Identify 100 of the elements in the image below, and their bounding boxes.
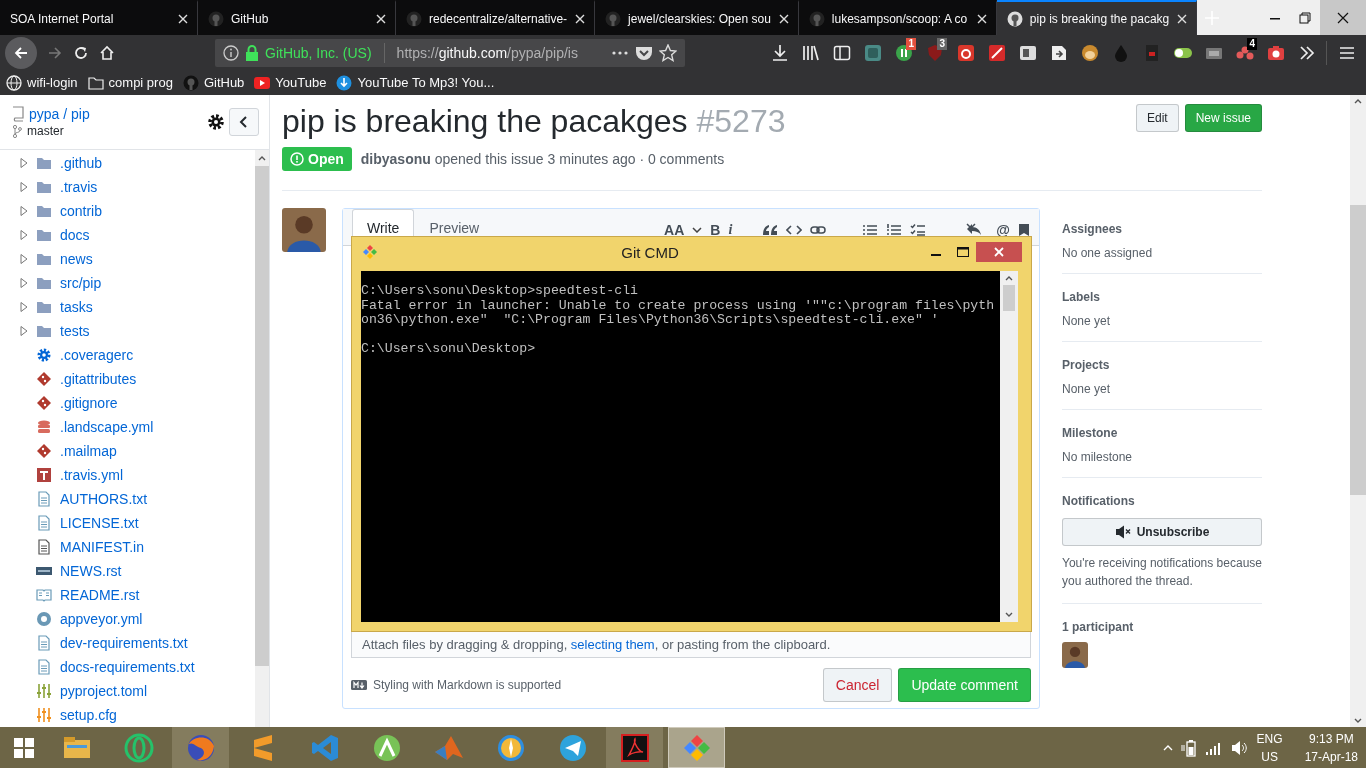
input-language[interactable]: ENG US: [1256, 729, 1283, 766]
bookmark[interactable]: YouTube: [254, 75, 327, 90]
url-text: https://github.com/pypa/pip/is: [396, 44, 579, 61]
scroll-thumb[interactable]: [1350, 205, 1366, 495]
bookmark[interactable]: YouTube To Mp3! You...: [336, 74, 495, 91]
expand-icon[interactable]: [20, 278, 28, 288]
file-link[interactable]: pyproject.toml: [60, 683, 148, 699]
file-link[interactable]: NEWS.rst: [60, 563, 122, 579]
file-link[interactable]: tests: [60, 323, 90, 339]
document-icon[interactable]: [618, 731, 651, 764]
numbered-list-icon[interactable]: [886, 223, 903, 237]
expand-icon[interactable]: [20, 254, 28, 264]
link-icon[interactable]: [810, 223, 827, 237]
signal-icon[interactable]: [1204, 740, 1223, 755]
reload-icon[interactable]: [73, 44, 89, 61]
star-icon[interactable]: [659, 43, 677, 62]
swirl-icon[interactable]: [955, 42, 976, 63]
close-icon[interactable]: [1176, 12, 1189, 25]
editor-tab[interactable]: Preview: [414, 209, 495, 246]
select-files-link[interactable]: selecting them: [570, 637, 655, 652]
chevron-up-icon[interactable]: [1162, 743, 1173, 752]
monkey-icon[interactable]: [1079, 42, 1100, 63]
repo-path[interactable]: pypa / pip: [29, 106, 90, 122]
close-icon[interactable]: [574, 12, 587, 25]
battery-icon[interactable]: [1180, 738, 1197, 757]
restore-icon[interactable]: [1299, 11, 1311, 24]
collapse-button[interactable]: [229, 108, 259, 136]
bookmark-icon[interactable]: [1018, 223, 1030, 237]
file-link[interactable]: .landscape.yml: [60, 419, 154, 435]
wand-icon[interactable]: [986, 42, 1007, 63]
file-link[interactable]: .travis: [60, 179, 98, 195]
back-button[interactable]: [5, 36, 37, 69]
taskbar-app[interactable]: [606, 727, 663, 768]
bookmark[interactable]: wifi-login: [6, 74, 78, 91]
scrollbar[interactable]: [1350, 95, 1366, 727]
unsubscribe-button[interactable]: Unsubscribe: [1062, 518, 1262, 546]
brace-icon[interactable]: [862, 42, 883, 63]
windows-icon[interactable]: [14, 737, 34, 758]
volume-icon[interactable]: [1230, 739, 1249, 756]
file-link[interactable]: dev-requirements.txt: [60, 635, 188, 651]
address-bar[interactable]: GitHub, Inc. (US) https://github.com/pypa/pip/is: [215, 38, 685, 67]
file-link[interactable]: LICENSE.txt: [60, 515, 139, 531]
expand-icon[interactable]: [20, 302, 28, 312]
file-link[interactable]: .coveragerc: [60, 347, 134, 363]
pocket-icon[interactable]: [635, 44, 653, 61]
browser-tab[interactable]: pip is breaking the pacakg: [996, 0, 1198, 35]
code-icon[interactable]: [786, 223, 803, 237]
file-link[interactable]: .github: [60, 155, 103, 171]
scroll-thumb[interactable]: [1003, 285, 1015, 311]
clock[interactable]: 9:13 PM 17-Apr-18: [1304, 729, 1358, 766]
file-link[interactable]: .travis.yml: [60, 467, 123, 483]
list-icon[interactable]: [862, 223, 879, 237]
expand-icon[interactable]: [20, 230, 28, 240]
maximize-icon[interactable]: [956, 247, 969, 257]
quote-icon[interactable]: [762, 223, 779, 237]
file-link[interactable]: docs: [60, 227, 90, 243]
notification-reason: You're receiving notifications because you authored the thread.: [1062, 555, 1262, 590]
text-size-tool[interactable]: AA: [664, 222, 685, 238]
file-link[interactable]: AUTHORS.txt: [60, 491, 148, 507]
bookmark[interactable]: GitHub: [182, 74, 245, 91]
sidebar-icon[interactable]: [832, 43, 851, 62]
arrow-right-icon[interactable]: [47, 44, 63, 61]
bookmark[interactable]: compi prog: [87, 74, 173, 91]
chevrons-icon[interactable]: [1297, 43, 1316, 62]
new-issue-button[interactable]: New issue: [1184, 104, 1262, 132]
file-link[interactable]: MANIFEST.in: [60, 539, 144, 555]
edit-button[interactable]: Edit: [1135, 104, 1179, 132]
file-link[interactable]: appveyor.yml: [60, 611, 143, 627]
expand-icon[interactable]: [20, 182, 28, 192]
site-icon: [808, 10, 825, 27]
home-icon[interactable]: [99, 44, 115, 61]
close-icon[interactable]: [777, 12, 790, 25]
expand-icon[interactable]: [20, 158, 28, 168]
file-link[interactable]: contrib: [60, 203, 103, 219]
italic-tool[interactable]: i: [728, 222, 733, 238]
close-icon[interactable]: [975, 12, 988, 25]
file-link[interactable]: .gitignore: [60, 395, 118, 411]
markdown-icon: [351, 680, 367, 690]
taskbar-app[interactable]: [172, 727, 229, 768]
close-icon[interactable]: [1337, 11, 1349, 24]
bold-tool[interactable]: B: [710, 222, 721, 238]
library-icon[interactable]: [801, 43, 820, 62]
settings-icon[interactable]: [207, 113, 225, 131]
file-link[interactable]: news: [60, 251, 93, 267]
mute-icon: [1114, 525, 1133, 539]
expand-icon[interactable]: [20, 206, 28, 216]
expand-icon[interactable]: [20, 326, 28, 336]
file-link[interactable]: src/pip: [60, 275, 102, 291]
file-link[interactable]: .mailmap: [60, 443, 117, 459]
task-list-icon[interactable]: [910, 223, 927, 237]
file-link[interactable]: setup.cfg: [60, 707, 117, 723]
info-icon: [223, 44, 239, 61]
file-link[interactable]: .gitattributes: [60, 371, 137, 387]
file-link[interactable]: docs-requirements.txt: [60, 659, 195, 675]
file-link[interactable]: README.rst: [60, 587, 140, 603]
ring-icon[interactable]: [122, 731, 155, 764]
file-link[interactable]: tasks: [60, 299, 93, 315]
cancel-button[interactable]: Cancel: [822, 668, 893, 702]
scrollbar[interactable]: [1000, 271, 1018, 622]
download-icon[interactable]: [770, 43, 789, 62]
